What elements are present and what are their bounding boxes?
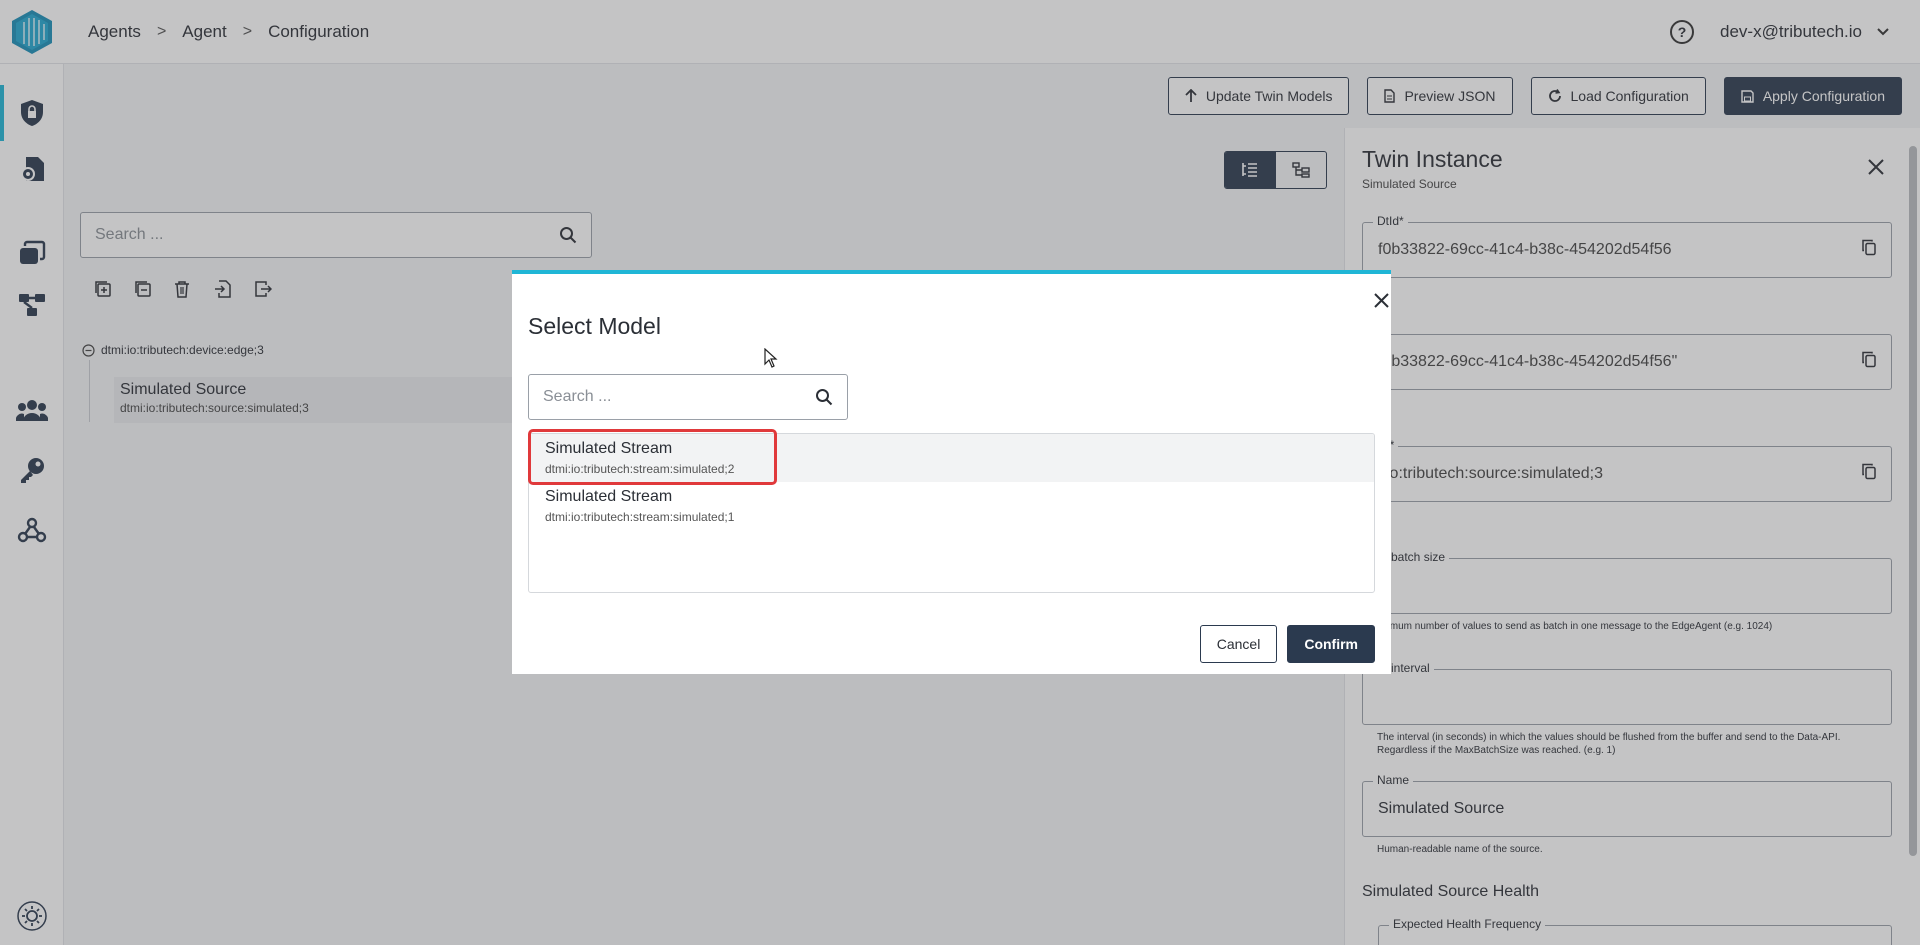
- selection-highlight: [528, 429, 777, 485]
- dialog-title: Select Model: [528, 313, 661, 339]
- model-name: Simulated Stream: [545, 488, 673, 505]
- search-icon: [816, 389, 833, 406]
- model-dtmi: dtmi:io:tributech:stream:simulated;1: [545, 510, 735, 524]
- mouse-cursor-icon: [764, 347, 778, 373]
- close-icon[interactable]: [1373, 292, 1390, 314]
- model-search-placeholder: Search ...: [543, 388, 612, 405]
- select-model-dialog: Select Model Search ... Simulated Stream…: [512, 270, 1391, 674]
- list-item[interactable]: Simulated Stream dtmi:io:tributech:strea…: [529, 482, 1374, 530]
- model-search-input[interactable]: Search ...: [528, 374, 848, 420]
- confirm-button[interactable]: Confirm: [1287, 625, 1375, 663]
- cancel-button[interactable]: Cancel: [1199, 625, 1278, 663]
